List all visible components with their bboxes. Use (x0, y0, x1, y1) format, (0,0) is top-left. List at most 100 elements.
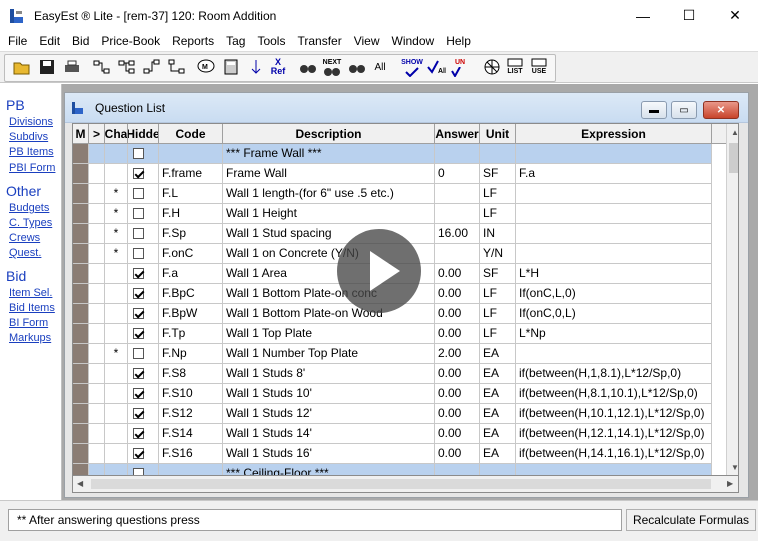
menu-tag[interactable]: Tag (220, 31, 251, 51)
cell-answer[interactable]: 0.00 (435, 284, 480, 304)
menu-reports[interactable]: Reports (166, 31, 220, 51)
table-row[interactable]: * F.Np Wall 1 Number Top Plate 2.00 EA (73, 344, 733, 364)
hidden-checkbox[interactable] (133, 168, 144, 179)
scroll-left-icon[interactable]: ◀ (77, 479, 83, 488)
cell-answer[interactable] (435, 464, 480, 475)
child-restore-button[interactable]: ▭ (671, 101, 697, 119)
col-header-m[interactable]: M (73, 124, 89, 144)
table-row[interactable]: * F.H Wall 1 Height LF (73, 204, 733, 224)
hidden-checkbox[interactable] (133, 348, 144, 359)
table-row[interactable]: F.S14 Wall 1 Studs 14' 0.00 EA if(between(H,… (73, 424, 733, 444)
menu-edit[interactable]: Edit (33, 31, 66, 51)
child-minimize-button[interactable]: ▬ (641, 101, 667, 119)
table-row[interactable]: F.S10 Wall 1 Studs 10' 0.00 EA if(between(H,… (73, 384, 733, 404)
table-row[interactable]: F.frame Frame Wall 0 SF F.a (73, 164, 733, 184)
cell-answer[interactable]: 0.00 (435, 364, 480, 384)
find-icon[interactable] (298, 57, 318, 77)
hidden-checkbox[interactable] (133, 228, 144, 239)
find-all-icon[interactable] (347, 57, 367, 77)
cell-answer[interactable]: 0 (435, 164, 480, 184)
hidden-checkbox[interactable] (133, 188, 144, 199)
cell-answer[interactable]: 0.00 (435, 424, 480, 444)
minimize-button[interactable]: — (620, 0, 666, 31)
col-header-code[interactable]: Code (159, 124, 223, 144)
x-ref-button[interactable]: X Ref (268, 57, 288, 77)
section-row[interactable]: *** Ceiling-Floor *** (73, 464, 733, 475)
side-link-markups[interactable]: Markups (9, 332, 51, 344)
table-row[interactable]: F.Tp Wall 1 Top Plate 0.00 LF L*Np (73, 324, 733, 344)
side-link-pbi-form[interactable]: PBI Form (9, 162, 55, 174)
globe-icon[interactable] (482, 57, 502, 77)
hidden-checkbox[interactable] (133, 368, 144, 379)
scroll-up-icon[interactable]: ▲ (731, 128, 738, 137)
save-icon[interactable] (37, 57, 57, 77)
side-link-bi-form[interactable]: BI Form (9, 317, 48, 329)
col-header-description[interactable]: Description (223, 124, 435, 144)
table-row[interactable]: F.S12 Wall 1 Studs 12' 0.00 EA if(between(H,… (73, 404, 733, 424)
hidden-checkbox[interactable] (133, 328, 144, 339)
cell-answer[interactable]: 2.00 (435, 344, 480, 364)
tree-collapse-icon[interactable] (117, 57, 137, 77)
uncheck-all-button[interactable]: UN (450, 57, 470, 77)
child-close-button[interactable]: ✕ (703, 101, 739, 119)
side-link-divisions[interactable]: Divisions (9, 116, 53, 128)
cell-answer[interactable] (435, 144, 480, 164)
side-link-quest[interactable]: Quest. (9, 247, 41, 259)
cell-answer[interactable]: 16.00 (435, 224, 480, 244)
table-row[interactable]: F.S16 Wall 1 Studs 16' 0.00 EA if(between(H,… (73, 444, 733, 464)
vertical-scroll-thumb[interactable] (729, 143, 738, 173)
print-icon[interactable] (62, 57, 82, 77)
hidden-checkbox[interactable] (133, 428, 144, 439)
recalculate-formulas-button[interactable]: Recalculate Formulas (626, 509, 756, 531)
side-link-pb-items[interactable]: PB Items (9, 146, 54, 158)
side-link-c-types[interactable]: C. Types (9, 217, 52, 229)
calculator-icon[interactable] (221, 57, 241, 77)
hidden-checkbox[interactable] (133, 308, 144, 319)
tree-expand-icon[interactable] (92, 57, 112, 77)
side-link-bid-items[interactable]: Bid Items (9, 302, 55, 314)
menu-price-book[interactable]: Price-Book (95, 31, 166, 51)
cell-answer[interactable] (435, 204, 480, 224)
use-button[interactable]: USE (529, 57, 549, 77)
menu-view[interactable]: View (348, 31, 386, 51)
side-link-crews[interactable]: Crews (9, 232, 40, 244)
hidden-checkbox[interactable] (133, 268, 144, 279)
section-row[interactable]: *** Frame Wall *** (73, 144, 733, 164)
horizontal-scrollbar[interactable]: ◀ ▶ (72, 476, 739, 493)
menu-file[interactable]: File (2, 31, 33, 51)
scroll-down-icon[interactable]: ▼ (731, 463, 738, 472)
check-all-icon[interactable]: All (426, 57, 446, 77)
col-header-change[interactable]: Cha (105, 124, 128, 144)
side-link-subdivs[interactable]: Subdivs (9, 131, 48, 143)
table-row[interactable]: * F.L Wall 1 length-(for 6" use .5 etc.) LF (73, 184, 733, 204)
hidden-checkbox[interactable] (133, 388, 144, 399)
hidden-checkbox[interactable] (133, 448, 144, 459)
table-row[interactable]: F.S8 Wall 1 Studs 8' 0.00 EA if(between(H,1,… (73, 364, 733, 384)
hidden-checkbox[interactable] (133, 288, 144, 299)
all-button[interactable]: All (370, 57, 390, 77)
cell-answer[interactable] (435, 244, 480, 264)
video-play-icon[interactable] (337, 229, 421, 313)
menu-transfer[interactable]: Transfer (291, 31, 347, 51)
col-header-arrow[interactable]: > (89, 124, 105, 144)
maximize-button[interactable]: ☐ (666, 0, 712, 31)
cell-answer[interactable]: 0.00 (435, 264, 480, 284)
cell-answer[interactable]: 0.00 (435, 384, 480, 404)
cell-answer[interactable] (435, 184, 480, 204)
message-icon[interactable]: M (196, 57, 216, 77)
hidden-checkbox[interactable] (133, 208, 144, 219)
menu-bid[interactable]: Bid (66, 31, 95, 51)
vertical-scrollbar[interactable]: ▲ ▼ (726, 124, 738, 475)
col-header-expression[interactable]: Expression (516, 124, 712, 144)
cell-answer[interactable]: 0.00 (435, 324, 480, 344)
open-folder-icon[interactable] (12, 57, 32, 77)
cell-answer[interactable]: 0.00 (435, 404, 480, 424)
tree-up-icon[interactable] (142, 57, 162, 77)
hidden-checkbox[interactable] (133, 248, 144, 259)
hidden-checkbox[interactable] (133, 408, 144, 419)
horizontal-scroll-thumb[interactable] (91, 479, 711, 489)
show-button[interactable]: SHOW (401, 57, 423, 77)
tree-down-icon[interactable] (167, 57, 187, 77)
menu-window[interactable]: Window (386, 31, 441, 51)
scroll-right-icon[interactable]: ▶ (727, 479, 733, 488)
